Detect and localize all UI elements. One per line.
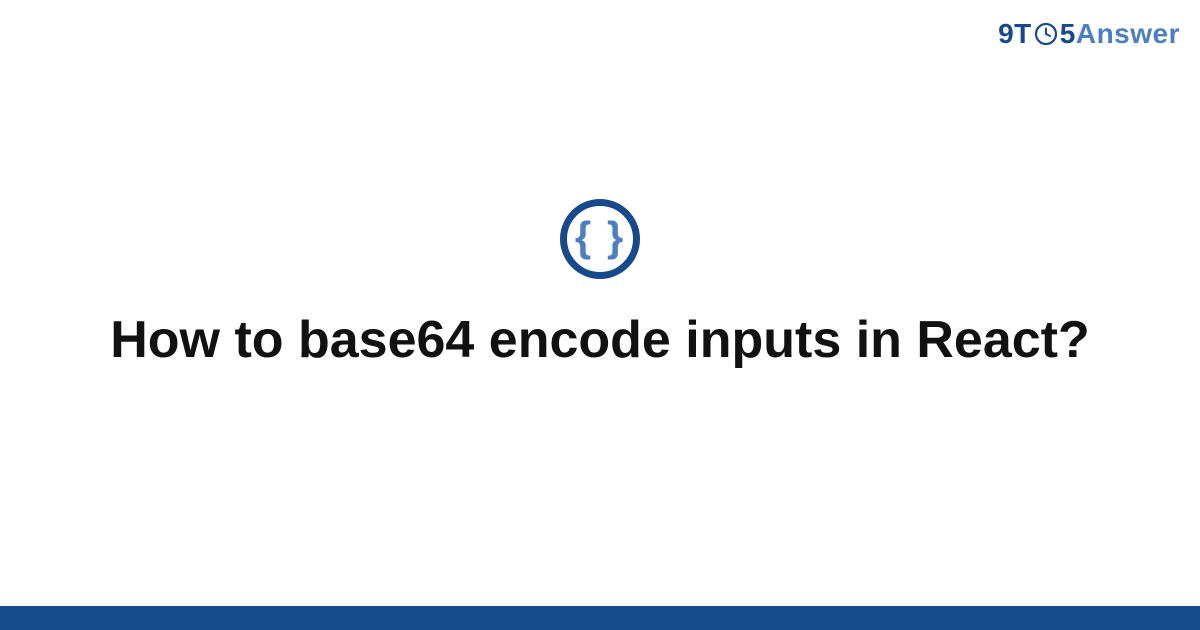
logo-text-9t: 9T xyxy=(998,18,1032,50)
page-card: 9T 5 Answer { } How to base64 encode inp… xyxy=(0,0,1200,630)
braces-glyph: { } xyxy=(575,216,625,262)
logo-text-answer: Answer xyxy=(1076,18,1180,50)
footer-accent-bar xyxy=(0,606,1200,630)
site-logo: 9T 5 Answer xyxy=(998,18,1180,50)
code-braces-icon: { } xyxy=(560,199,640,279)
logo-text-5: 5 xyxy=(1060,18,1076,50)
clock-icon xyxy=(1033,21,1059,47)
content-area: { } How to base64 encode inputs in React… xyxy=(0,0,1200,630)
question-title: How to base64 encode inputs in React? xyxy=(110,309,1090,371)
